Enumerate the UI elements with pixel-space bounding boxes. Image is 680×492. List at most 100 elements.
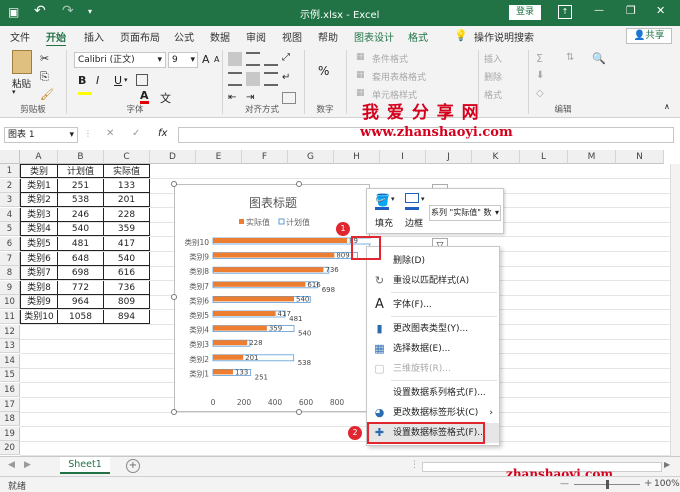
resize-handle[interactable] [296, 181, 302, 187]
tab-format[interactable]: 格式 [408, 29, 428, 44]
align-right-icon[interactable] [264, 72, 278, 86]
menu-item-select-data[interactable]: ▦ 选择数据(E)... [367, 339, 499, 359]
underline-button[interactable]: U [114, 74, 122, 87]
table-cell[interactable]: 698 [58, 266, 104, 281]
fill-icon[interactable]: ⬇ [536, 70, 544, 81]
customize-toolbar-icon[interactable]: ▾ [88, 7, 92, 16]
wrap-text-icon[interactable]: ↵ [282, 72, 296, 86]
table-cell[interactable]: 736 [104, 280, 150, 295]
table-cell[interactable]: 133 [104, 178, 150, 193]
align-bottom-icon[interactable] [264, 52, 278, 66]
table-cell[interactable]: 228 [104, 207, 150, 222]
resize-handle[interactable] [171, 181, 177, 187]
name-box[interactable]: 图表 1 ▾ [4, 127, 78, 143]
format-painter-icon[interactable]: 🖌 [40, 88, 54, 101]
table-cell[interactable]: 251 [58, 178, 104, 193]
column-header[interactable]: L [520, 150, 568, 164]
table-cell[interactable]: 1058 [58, 310, 104, 324]
zoom-slider-thumb[interactable] [606, 480, 609, 489]
row-header[interactable]: 9 [0, 280, 20, 295]
chart-area[interactable]: 图表标题 实际值 计划值 类别1 133 251 类别2 201 538 类别3 228 类别4 359… [174, 184, 371, 412]
tab-home[interactable]: 开始 [46, 29, 66, 47]
resize-handle[interactable] [171, 409, 177, 415]
restore-button[interactable]: ❐ [626, 4, 636, 17]
row-header[interactable]: 3 [0, 193, 20, 208]
sum-icon[interactable]: Σ [536, 52, 543, 65]
table-cell[interactable]: 540 [104, 251, 150, 266]
row-header[interactable]: 11 [0, 310, 20, 324]
table-cell[interactable]: 类别8 [20, 280, 58, 295]
row-header[interactable]: 8 [0, 266, 20, 281]
table-cell[interactable]: 类别7 [20, 266, 58, 281]
row-header[interactable]: 19 [0, 426, 20, 441]
orientation-icon[interactable]: ⤢ [282, 52, 296, 66]
fill-button[interactable]: 填充 [375, 216, 393, 229]
zoom-out-icon[interactable]: — [560, 479, 569, 489]
align-middle-icon[interactable] [246, 52, 260, 66]
table-cell[interactable]: 417 [104, 237, 150, 251]
next-sheet-icon[interactable]: ▶ [24, 460, 31, 470]
column-header[interactable]: I [380, 150, 426, 164]
column-header[interactable]: N [616, 150, 664, 164]
clear-icon[interactable]: ◇ [536, 88, 544, 99]
tab-help[interactable]: 帮助 [318, 29, 338, 44]
vertical-scrollbar[interactable] [670, 164, 680, 456]
chevron-down-icon[interactable]: ▾ [391, 195, 395, 203]
scroll-right-icon[interactable]: ▶ [664, 460, 670, 469]
table-cell[interactable]: 964 [58, 295, 104, 310]
zoom-level[interactable]: 100% [654, 479, 680, 489]
row-header[interactable]: 17 [0, 397, 20, 412]
tab-data[interactable]: 数据 [210, 29, 230, 44]
collapse-ribbon-icon[interactable]: ∧ [664, 102, 670, 111]
table-cell[interactable]: 类别5 [20, 237, 58, 251]
format-cells-button[interactable]: 格式 [484, 88, 502, 101]
paste-icon[interactable] [12, 50, 32, 74]
table-cell[interactable]: 894 [104, 310, 150, 324]
font-color-button[interactable]: A [140, 90, 149, 104]
delete-cells-button[interactable]: 删除 [484, 70, 502, 83]
enter-icon[interactable]: ✓ [132, 128, 140, 139]
table-cell[interactable]: 类别6 [20, 251, 58, 266]
number-format-icon[interactable]: % [318, 64, 329, 78]
column-header[interactable]: F [242, 150, 288, 164]
login-button[interactable]: 登录 [509, 5, 541, 20]
tab-file[interactable]: 文件 [10, 29, 30, 44]
align-top-icon[interactable] [228, 52, 242, 66]
row-header[interactable]: 18 [0, 412, 20, 427]
row-header[interactable]: 20 [0, 441, 20, 456]
column-header[interactable]: H [334, 150, 380, 164]
row-header[interactable]: 1 [0, 164, 20, 178]
table-cell[interactable]: 类别1 [20, 178, 58, 193]
row-header[interactable]: 5 [0, 222, 20, 237]
insert-function-button[interactable]: fx [158, 128, 167, 139]
column-header[interactable]: G [288, 150, 334, 164]
row-header[interactable]: 15 [0, 368, 20, 383]
insert-cells-button[interactable]: 插入 [484, 52, 502, 65]
table-cell[interactable]: 809 [104, 295, 150, 310]
menu-item-change-chart-type[interactable]: ▮ 更改图表类型(Y)... [367, 319, 499, 339]
row-header[interactable]: 16 [0, 383, 20, 397]
prev-sheet-icon[interactable]: ◀ [8, 460, 15, 470]
share-button[interactable]: 👤共享 [626, 28, 672, 44]
paste-dropdown-icon[interactable]: ▾ [12, 88, 16, 96]
select-all-corner[interactable] [0, 150, 20, 164]
table-cell[interactable]: 538 [58, 193, 104, 208]
row-header[interactable]: 14 [0, 353, 20, 368]
italic-button[interactable]: I [96, 74, 99, 87]
tab-formulas[interactable]: 公式 [174, 29, 194, 44]
table-format-button[interactable]: 套用表格格式 [372, 70, 426, 83]
table-cell[interactable]: 类别9 [20, 295, 58, 310]
font-name-select[interactable]: Calibri (正文) ▾ [74, 52, 166, 68]
conditional-format-button[interactable]: 条件格式 [372, 52, 408, 65]
decrease-font-icon[interactable]: A [214, 55, 219, 64]
chevron-down-icon[interactable]: ▾ [421, 195, 425, 203]
tab-review[interactable]: 审阅 [246, 29, 266, 44]
save-icon[interactable]: ▣ [8, 5, 19, 19]
phonetic-icon[interactable]: 文 [160, 90, 171, 106]
copy-icon[interactable]: ⎘ [40, 70, 49, 84]
table-cell[interactable]: 类别10 [20, 310, 58, 324]
row-header[interactable]: 4 [0, 207, 20, 222]
align-left-icon[interactable] [228, 72, 242, 86]
column-header[interactable]: J [426, 150, 472, 164]
column-header[interactable]: K [472, 150, 520, 164]
